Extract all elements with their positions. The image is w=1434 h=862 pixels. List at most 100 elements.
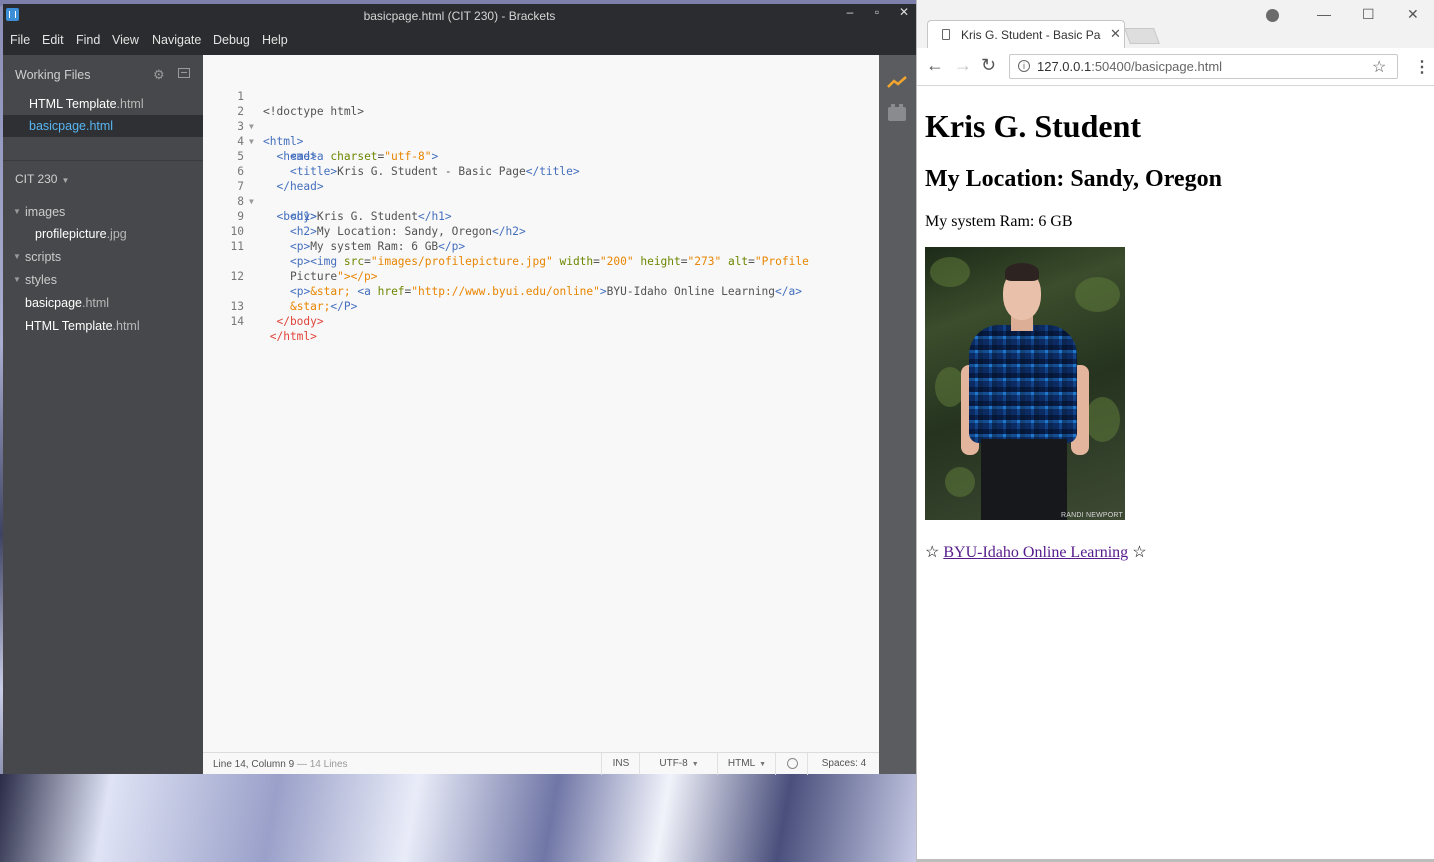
- file-ext: .html: [112, 319, 140, 333]
- browser-menu-icon[interactable]: ⋮: [1414, 57, 1430, 77]
- folder-name: images: [25, 205, 66, 219]
- code-line: 4 <meta charset="utf-8">: [203, 119, 879, 163]
- file-name: HTML Template: [29, 97, 117, 111]
- folder-name: styles: [25, 273, 57, 287]
- menu-file[interactable]: File: [10, 33, 30, 47]
- bookmark-star-icon[interactable]: ☆: [1372, 57, 1386, 77]
- code-line: 5 <title>Kris G. Student - Basic Page</t…: [203, 134, 879, 178]
- language-select[interactable]: HTML ▼: [717, 753, 776, 775]
- chevron-right-icon: ▼: [13, 252, 21, 261]
- file-name: basicpage: [25, 296, 82, 310]
- working-file-html-template[interactable]: HTML Template.html: [3, 93, 203, 115]
- forward-arrow-icon[interactable]: →: [954, 55, 972, 76]
- maximize-button[interactable]: ▫: [866, 5, 888, 19]
- close-tab-icon[interactable]: ✕: [1110, 26, 1121, 42]
- sidebar: Working Files ⚙ HTML Template.html basic…: [3, 55, 203, 774]
- browser-maximize-button[interactable]: ☐: [1362, 6, 1375, 23]
- working-files-title: Working Files: [15, 68, 91, 82]
- file-ext: .jpg: [106, 227, 127, 241]
- tree-file-html-template[interactable]: HTML Template.html: [3, 315, 203, 337]
- address-bar[interactable]: i 127.0.0.1:50400/basicpage.html ☆: [1009, 54, 1398, 79]
- page-subheading: My Location: Sandy, Oregon: [925, 166, 1222, 192]
- tree-file-basicpage[interactable]: basicpage.html: [3, 292, 203, 314]
- project-dropdown[interactable]: CIT 230 ▼: [15, 172, 69, 186]
- code-line: &star;</P>: [203, 269, 879, 313]
- insert-mode-toggle[interactable]: INS: [601, 753, 640, 775]
- menu-edit[interactable]: Edit: [42, 33, 64, 47]
- right-toolbar: [879, 55, 916, 774]
- code-line: 6 </head>: [203, 149, 879, 193]
- lint-circle-icon: [786, 757, 798, 769]
- new-tab-button[interactable]: [1124, 28, 1160, 44]
- code-editor[interactable]: 1 <!doctype html> 2 ▼ <html> 3 ▼ <head> …: [203, 55, 879, 752]
- tree-folder-images[interactable]: ▼ images: [3, 201, 203, 223]
- browser-tab[interactable]: Kris G. Student - Basic Page ✕: [927, 20, 1125, 48]
- chevron-right-icon: ▼: [13, 275, 21, 284]
- photo-credit: RANDI NEWPORT: [1061, 512, 1123, 519]
- working-file-basicpage[interactable]: basicpage.html: [3, 115, 203, 137]
- tab-title: Kris G. Student - Basic Page: [961, 28, 1101, 42]
- code-line: 13 </body>: [203, 284, 879, 328]
- extension-manager-icon[interactable]: [888, 104, 906, 121]
- reload-icon[interactable]: ↻: [981, 55, 996, 76]
- file-ext: .html: [82, 296, 110, 310]
- tree-file-profilepicture[interactable]: profilepicture.jpg: [3, 223, 203, 245]
- chevron-down-icon: ▼: [759, 761, 767, 768]
- tree-folder-scripts[interactable]: ▼ scripts: [3, 246, 203, 268]
- file-name: basicpage: [29, 119, 86, 133]
- menu-help[interactable]: Help: [262, 33, 288, 47]
- code-line: 11 <p><img src="images/profilepicture.jp…: [203, 224, 879, 268]
- code-line: 14 </html>: [203, 299, 879, 343]
- browser-window: Kris G. Student - Basic Page ✕ — ☐ ✕ ← →…: [916, 0, 1434, 862]
- page-heading: Kris G. Student: [925, 108, 1142, 144]
- tree-folder-styles[interactable]: ▼ styles: [3, 269, 203, 291]
- back-arrow-icon[interactable]: ←: [926, 55, 944, 76]
- status-bar: Line 14, Column 9 — 14 Lines INS UTF-8 ▼ …: [203, 752, 880, 775]
- menu-find[interactable]: Find: [76, 33, 100, 47]
- browser-minimize-button[interactable]: —: [1317, 6, 1331, 22]
- window-title: basicpage.html (CIT 230) - Brackets: [363, 9, 556, 23]
- file-ext: .html: [86, 119, 114, 133]
- link-paragraph: ☆ BYU-Idaho Online Learning ☆: [925, 542, 1147, 562]
- code-text: </html>: [263, 330, 317, 343]
- account-icon[interactable]: [1266, 9, 1279, 22]
- chevron-down-icon: ▼: [13, 207, 21, 216]
- star-icon: ☆: [1132, 544, 1147, 561]
- browser-close-button[interactable]: ✕: [1407, 6, 1419, 23]
- chevron-down-icon: ▼: [61, 176, 70, 185]
- file-name: profilepicture: [35, 227, 107, 241]
- menu-debug[interactable]: Debug: [213, 33, 250, 47]
- line-count: — 14 Lines: [296, 759, 348, 770]
- info-icon[interactable]: i: [1018, 60, 1030, 72]
- sidebar-divider: [3, 160, 203, 161]
- code-line: 8 <h1>Kris G. Student</h1>: [203, 179, 879, 223]
- code-line: 9 <h2>My Location: Sandy, Oregon</h2>: [203, 194, 879, 238]
- menu-navigate[interactable]: Navigate: [152, 33, 201, 47]
- close-button[interactable]: ✕: [893, 5, 915, 19]
- menu-view[interactable]: View: [112, 33, 139, 47]
- minimize-button[interactable]: –: [839, 5, 861, 19]
- file-name: HTML Template: [25, 319, 113, 333]
- chevron-down-icon: ▼: [691, 761, 699, 768]
- lint-status[interactable]: [775, 753, 808, 775]
- brackets-window: basicpage.html (CIT 230) - Brackets – ▫ …: [3, 4, 916, 775]
- gear-icon[interactable]: ⚙: [153, 67, 165, 83]
- code-line: Picture"></p>: [203, 239, 879, 283]
- code-text: </body>: [263, 315, 324, 328]
- byui-online-link[interactable]: BYU-Idaho Online Learning: [943, 544, 1128, 561]
- live-preview-icon[interactable]: [887, 75, 907, 89]
- url-text: 127.0.0.1:50400/basicpage.html: [1037, 59, 1223, 74]
- code-line: 2 ▼ <html>: [203, 89, 879, 148]
- star-icon: ☆: [925, 544, 940, 561]
- project-name: CIT 230: [15, 172, 58, 186]
- indent-spaces-setting[interactable]: Spaces: 4: [807, 753, 880, 775]
- cursor-position: Line 14, Column 9 — 14 Lines: [213, 759, 348, 770]
- rendered-page: Kris G. Student My Location: Sandy, Oreg…: [917, 86, 1434, 862]
- code-line: 7 ▼ <body>: [203, 164, 879, 223]
- encoding-select[interactable]: UTF-8 ▼: [639, 753, 718, 775]
- split-view-icon[interactable]: [178, 68, 190, 78]
- line-number: 14: [230, 315, 244, 328]
- profile-picture: RANDI NEWPORT: [925, 247, 1125, 520]
- page-icon: [942, 29, 950, 40]
- menu-bar: File Edit Find View Navigate Debug Help: [3, 27, 916, 55]
